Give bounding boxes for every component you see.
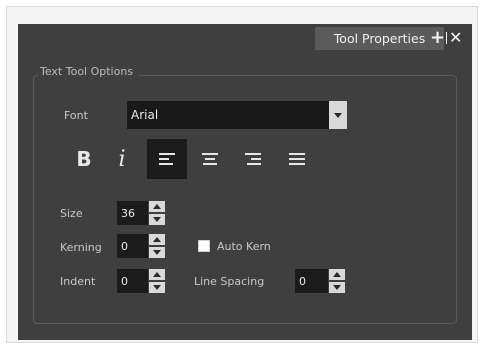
auto-kern-label: Auto Kern (217, 240, 271, 253)
kerning-stepper[interactable] (149, 234, 165, 258)
justify-icon[interactable] (277, 139, 317, 179)
tab-title: Tool Properties (333, 31, 426, 46)
tab-tool-properties[interactable]: Tool Properties (315, 27, 444, 50)
line-spacing-input[interactable]: 0 (295, 269, 328, 293)
indent-label: Indent (60, 275, 96, 288)
auto-kern-checkbox[interactable] (198, 240, 210, 252)
tab-separator (446, 32, 447, 44)
kerning-input[interactable]: 0 (117, 234, 148, 258)
close-icon[interactable]: ✕ (449, 29, 462, 47)
stepper-up-icon[interactable] (149, 269, 165, 280)
font-value: Arial (131, 108, 159, 122)
line-spacing-label: Line Spacing (194, 275, 265, 288)
stepper-down-icon[interactable] (149, 282, 165, 293)
stepper-up-icon[interactable] (149, 234, 165, 245)
align-center-icon[interactable] (190, 139, 230, 179)
stepper-down-icon[interactable] (329, 282, 345, 293)
kerning-value: 0 (121, 239, 128, 253)
tool-properties-panel: Tool Properties + ✕ Text Tool Options Fo… (18, 24, 472, 340)
bold-icon[interactable]: B (64, 139, 104, 179)
stepper-up-icon[interactable] (149, 201, 165, 212)
align-right-icon[interactable] (233, 139, 273, 179)
line-spacing-value: 0 (299, 274, 306, 288)
stepper-down-icon[interactable] (149, 214, 165, 225)
stepper-down-icon[interactable] (149, 247, 165, 258)
font-label: Font (64, 109, 88, 122)
size-value: 36 (121, 206, 135, 220)
indent-value: 0 (121, 274, 128, 288)
plus-icon[interactable]: + (430, 29, 445, 47)
italic-icon[interactable]: i (102, 139, 142, 179)
size-stepper[interactable] (149, 201, 165, 225)
line-spacing-stepper[interactable] (329, 269, 345, 293)
stepper-up-icon[interactable] (329, 269, 345, 280)
group-title: Text Tool Options (38, 65, 140, 78)
indent-input[interactable]: 0 (117, 269, 148, 293)
size-input[interactable]: 36 (117, 201, 148, 225)
kerning-label: Kerning (60, 241, 102, 254)
indent-stepper[interactable] (149, 269, 165, 293)
font-select[interactable]: Arial (127, 101, 347, 129)
size-label: Size (60, 207, 83, 220)
align-left-icon[interactable] (147, 139, 187, 179)
chevron-down-icon[interactable] (329, 101, 347, 129)
